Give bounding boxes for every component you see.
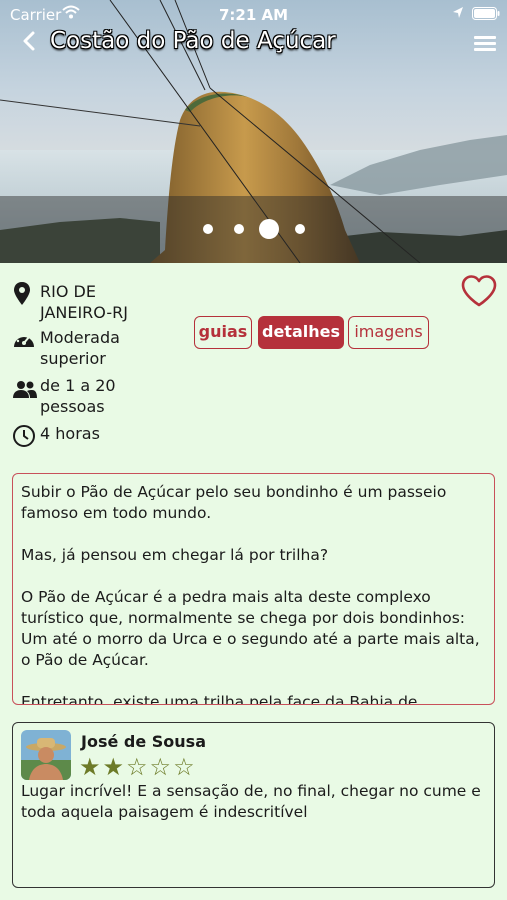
location-text: RIO DE JANEIRO-RJ — [40, 282, 128, 322]
battery-icon — [472, 7, 500, 20]
reviewer-photo — [21, 730, 71, 780]
description-box[interactable]: Subir o Pão de Açúcar pelo seu bondinho … — [12, 473, 495, 705]
description-paragraph: Mas, já pensou em chegar lá por trilha? — [21, 546, 329, 564]
speedometer-icon — [14, 333, 34, 347]
reviewer-name: José de Sousa — [81, 732, 206, 751]
rating-stars: ★★☆☆☆ — [79, 753, 197, 781]
carousel-dot[interactable] — [295, 224, 305, 234]
group-size-text: de 1 a 20 pessoas — [40, 376, 116, 416]
description-paragraph: O Pão de Açúcar é a pedra mais alta dest… — [21, 588, 480, 669]
location-arrow-icon — [453, 7, 463, 18]
favorite-heart-icon[interactable] — [460, 274, 498, 308]
star-empty-icon: ☆ — [149, 753, 174, 781]
tab-detalhes[interactable]: detalhes — [258, 316, 344, 349]
nav-bar: Costão do Pão de Açúcar — [0, 26, 507, 60]
tab-guias[interactable]: guias — [194, 316, 252, 349]
review-text: Lugar incrível! E a sensação de, no fina… — [21, 782, 481, 821]
menu-button[interactable] — [474, 36, 496, 52]
hamburger-menu-icon — [474, 36, 496, 39]
map-pin-icon — [14, 282, 30, 305]
tab-imagens[interactable]: imagens — [348, 316, 429, 349]
duration-text: 4 horas — [40, 424, 100, 443]
description-paragraph: Entretanto, existe uma trilha pela face … — [21, 693, 418, 705]
people-icon — [13, 381, 37, 398]
hero-carousel[interactable]: Carrier 7:21 AM Costão do Pão de Açúcar — [0, 0, 507, 263]
star-filled-icon: ★ — [79, 753, 103, 781]
status-time: 7:21 AM — [218, 6, 289, 24]
review-card: José de Sousa ★★☆☆☆ Lugar incrível! E a … — [12, 722, 495, 888]
description-paragraph: Subir o Pão de Açúcar pelo seu bondinho … — [21, 483, 447, 522]
carousel-dot[interactable] — [234, 224, 244, 234]
carousel-dot[interactable] — [203, 224, 213, 234]
star-filled-icon: ★ — [102, 753, 127, 781]
star-empty-icon: ☆ — [126, 753, 150, 781]
difficulty-text: Moderada superior — [40, 328, 120, 368]
carousel-dot-active[interactable] — [259, 219, 279, 239]
avatar — [21, 730, 71, 780]
star-empty-icon: ☆ — [173, 753, 197, 781]
back-button[interactable] — [22, 30, 36, 57]
description-text: Subir o Pão de Açúcar pelo seu bondinho … — [21, 482, 483, 705]
page-title: Costão do Pão de Açúcar — [50, 28, 336, 54]
clock-icon — [13, 425, 35, 447]
chevron-left-icon — [23, 31, 35, 51]
carousel-pager — [0, 218, 507, 240]
status-bar: Carrier 7:21 AM — [0, 0, 507, 28]
